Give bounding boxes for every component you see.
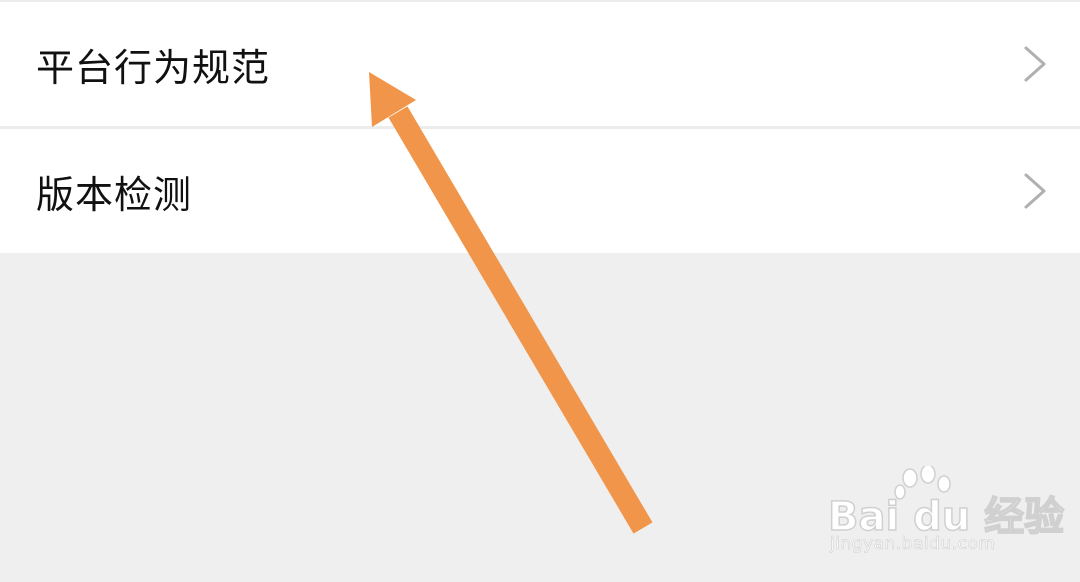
watermark-url: jingyan.baidu.com [830,534,996,555]
settings-item-label: 版本检测 [36,172,193,217]
chevron-right-icon [1024,173,1046,209]
settings-item-platform-rules[interactable]: 平台行为规范 [0,2,1080,126]
settings-list: 平台行为规范 版本检测 [0,0,1080,253]
screen: 平台行为规范 版本检测 Bai du 经验 jingyan.baidu.com [0,0,1080,582]
settings-item-version-check[interactable]: 版本检测 [0,129,1080,253]
baidu-jingyan-watermark: Bai du 经验 jingyan.baidu.com [827,466,1065,566]
chevron-right-icon [1024,46,1046,82]
settings-item-label: 平台行为规范 [36,45,271,90]
